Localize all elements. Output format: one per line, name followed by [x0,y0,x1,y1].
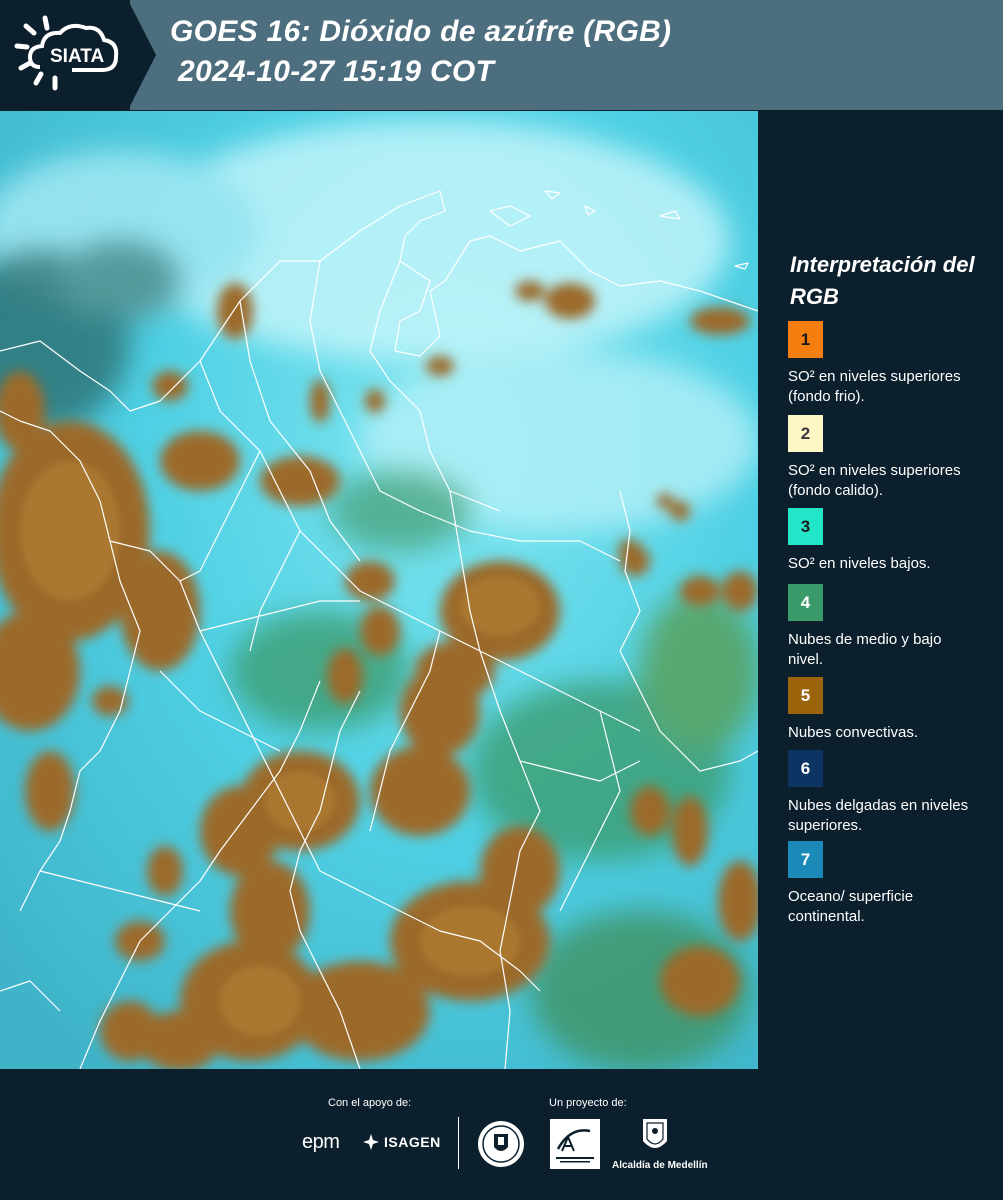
legend-number-1: 1 [800,329,811,349]
header-bar: SIATA GOES 16: Dióxido de azúfre (RGB) 2… [0,0,1003,110]
legend-swatch-7: 7 [788,841,823,878]
medellin-seal-icon [478,1121,524,1167]
legend-swatch-2: 2 [788,415,823,452]
isagen-mark-icon [363,1134,379,1150]
footer-divider [458,1117,459,1169]
legend-item-2: 2 SO² en niveles superiores (fondo calid… [788,415,998,501]
legend-number-5: 5 [800,685,811,705]
legend-text-4: Nubes de medio y bajo nivel. [788,631,942,668]
legend-swatch-6: 6 [788,750,823,787]
footer-bar: Con el apoyo de: Un proyecto de: epm ISA… [0,1069,1003,1200]
legend-number-3: 3 [800,516,811,536]
legend-item-6: 6 Nubes delgadas en niveles superiores. [788,750,998,836]
project-label: Un proyecto de: [549,1097,627,1109]
legend-swatch-1: 1 [788,321,823,358]
area-metropolitana-logo-icon [550,1119,600,1169]
legend-swatch-3: 3 [788,508,823,545]
legend-text-7: Oceano/ superficie continental. [788,888,914,925]
legend-item-5: 5 Nubes convectivas. [788,677,998,743]
legend-title: Interpretación del RGB [790,252,975,309]
siata-logo-block: SIATA [0,0,130,110]
isagen-logo: ISAGEN [362,1133,441,1151]
legend-text-2: SO² en niveles superiores (fondo calido)… [788,462,961,499]
legend-number-2: 2 [800,423,811,443]
isagen-text: ISAGEN [384,1134,441,1150]
alcaldia-shield-icon [643,1119,667,1148]
logo-arrow-shape [128,0,156,110]
siata-logo-icon: SIATA [14,15,119,91]
siata-logo-text: SIATA [50,46,104,67]
satellite-map-svg [0,111,758,1069]
legend-item-7: 7 Oceano/ superficie continental. [788,841,998,927]
legend-number-6: 6 [800,758,811,778]
legend-text-5: Nubes convectivas. [788,724,919,741]
support-label: Con el apoyo de: [328,1097,412,1109]
page-title: GOES 16: Dióxido de azúfre (RGB) [170,15,672,48]
satellite-image [0,111,758,1069]
legend-item-4: 4 Nubes de medio y bajo nivel. [788,584,998,670]
legend-item-1: 1 SO² en niveles superiores (fondo frio)… [788,321,998,407]
legend-text-6: Nubes delgadas en niveles superiores. [788,797,969,834]
legend-item-3: 3 SO² en niveles bajos. [788,508,998,574]
alcaldia-text: Alcaldía de Medellín [612,1160,708,1171]
legend-swatch-4: 4 [788,584,823,621]
legend-swatch-5: 5 [788,677,823,714]
page-timestamp: 2024-10-27 15:19 COT [178,55,495,88]
epm-logo: epm [302,1131,340,1153]
legend-text-3: SO² en niveles bajos. [788,555,931,572]
legend-text-1: SO² en niveles superiores (fondo frio). [788,368,961,405]
legend-panel: Interpretación del RGB 1 SO² en niveles … [760,111,1003,1069]
legend-number-7: 7 [800,849,811,869]
legend-number-4: 4 [800,592,811,612]
